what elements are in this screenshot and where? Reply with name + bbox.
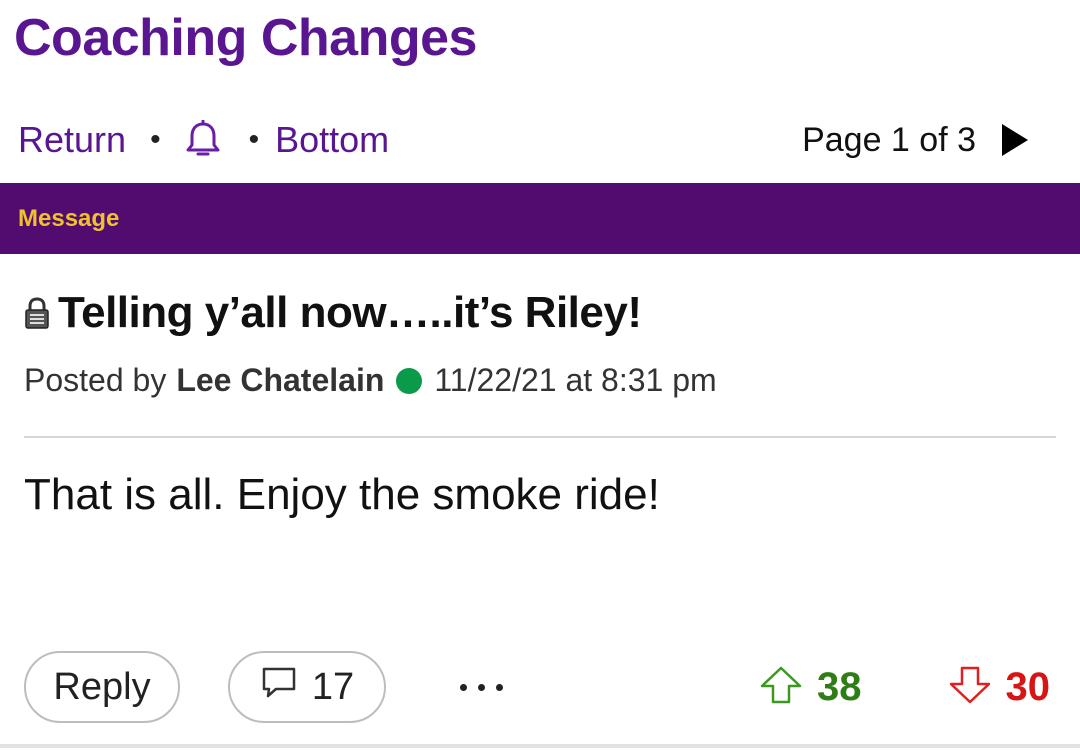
downvote-button[interactable]: 30 <box>948 664 1051 710</box>
lock-icon <box>22 296 52 330</box>
posted-by-label: Posted by <box>24 362 167 398</box>
post-actions: Reply 17 38 30 <box>24 650 1050 724</box>
downvote-count: 30 <box>1005 664 1051 709</box>
comment-count: 17 <box>311 665 355 708</box>
post-body: That is all. Enjoy the smoke ride! <box>24 470 660 519</box>
upvote-count: 38 <box>817 664 862 709</box>
comments-button[interactable]: 17 <box>228 651 386 723</box>
nav-separator: • <box>248 123 260 156</box>
arrow-up-icon <box>759 665 803 710</box>
post-title-row: Telling y’all now…..it’s Riley! <box>22 288 642 338</box>
pager: Page 1 of 3 <box>802 121 1030 160</box>
post-timestamp: 11/22/21 at 8:31 pm <box>434 362 717 398</box>
thread-nav: Return • • Bottom Page 1 of 3 <box>18 110 1030 170</box>
page-indicator[interactable]: Page 1 of 3 <box>802 121 976 160</box>
upvote-button[interactable]: 38 <box>759 665 862 710</box>
comment-icon <box>260 665 298 709</box>
post-meta: Posted by Lee Chatelain 11/22/21 at 8:31… <box>24 362 717 399</box>
bell-icon[interactable] <box>185 120 221 160</box>
post-title: Telling y’all now…..it’s Riley! <box>58 288 642 337</box>
nav-separator: • <box>150 123 161 156</box>
more-icon[interactable] <box>460 683 503 691</box>
play-arrow-icon[interactable] <box>1000 122 1030 158</box>
bottom-divider <box>0 744 1080 748</box>
online-status-icon <box>396 367 423 394</box>
section-header: Message <box>0 183 1080 254</box>
author-name[interactable]: Lee Chatelain <box>176 362 384 399</box>
arrow-down-icon <box>948 665 992 710</box>
forum-title[interactable]: Coaching Changes <box>14 8 477 68</box>
section-label: Message <box>18 204 120 232</box>
reply-button[interactable]: Reply <box>24 651 180 723</box>
bottom-link[interactable]: Bottom <box>275 119 389 161</box>
page: Coaching Changes Return • • Bottom Page … <box>0 0 1080 754</box>
divider <box>24 436 1056 438</box>
return-link[interactable]: Return <box>18 119 126 161</box>
